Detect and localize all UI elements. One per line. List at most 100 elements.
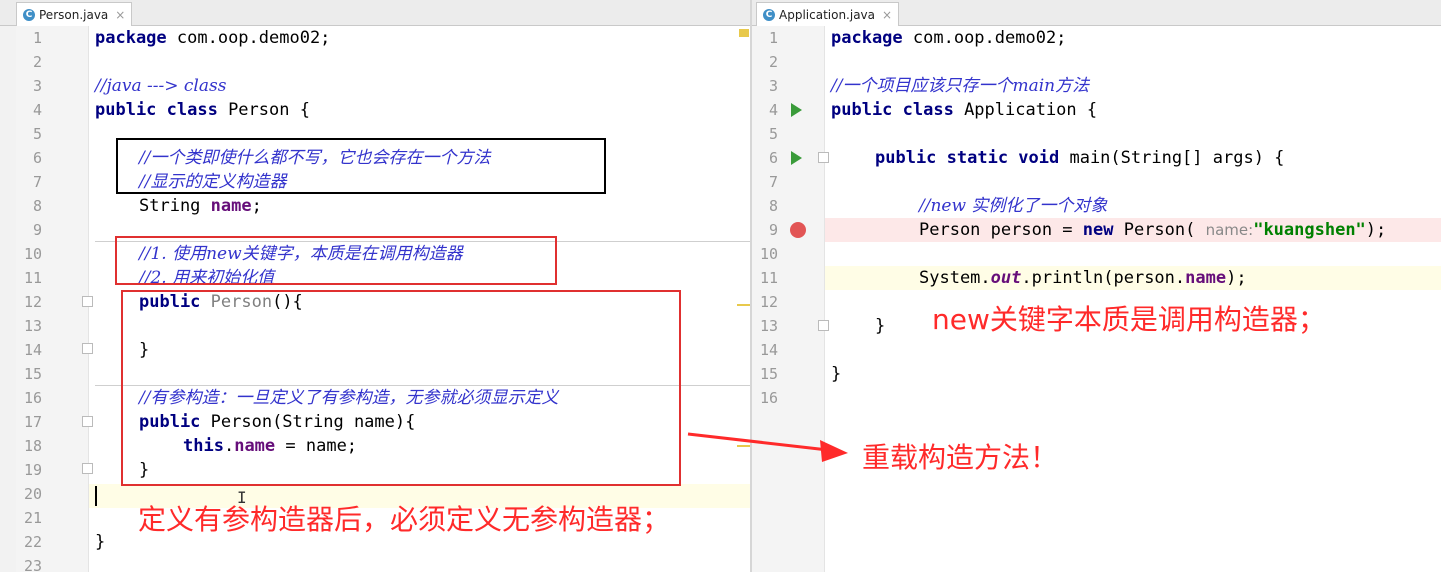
line-number: 5: [32, 125, 42, 143]
line-number: 4: [768, 101, 778, 119]
fold-icon[interactable]: [82, 463, 93, 474]
fold-icon[interactable]: [818, 152, 829, 163]
line-number: 7: [32, 173, 42, 191]
code-text: System.: [919, 268, 991, 288]
code-line-11[interactable]: System.out.println(person.name);: [919, 266, 1247, 290]
run-icon[interactable]: [791, 151, 802, 165]
fold-icon[interactable]: [82, 343, 93, 354]
person-editor-pane[interactable]: C Person.java × 1 2 3 4 5 6 7 8 9 10 11 12 13 14 15 16 1…: [0, 0, 750, 572]
line-number: 18: [23, 437, 42, 455]
code-text: Application {: [953, 100, 1098, 120]
code-line-8[interactable]: String name;: [139, 194, 262, 218]
code-line-22[interactable]: }: [95, 530, 105, 554]
code-text: Person person =: [919, 220, 1083, 240]
field-name: name: [1185, 268, 1227, 288]
code-line-6[interactable]: public static void main(String[] args) {: [875, 146, 1284, 170]
class-file-icon: C: [763, 8, 775, 21]
overload-note: 重载构造方法！: [862, 441, 1059, 474]
string-literal: "kuangshen": [1253, 220, 1366, 240]
line-number: 2: [768, 53, 778, 71]
line-number: 6: [768, 149, 778, 167]
keyword: public static void: [875, 148, 1060, 168]
code-text: Person {: [217, 100, 310, 120]
new-keyword-comment-box: [115, 236, 557, 285]
line-number: 3: [32, 77, 42, 95]
line-number: 5: [768, 125, 778, 143]
line-number: 17: [23, 413, 42, 431]
code-line-1[interactable]: package com.oop.demo02;: [95, 26, 330, 50]
line-number: 9: [768, 221, 778, 239]
param-constructor-note: 定义有参构造器后，必须定义无参构造器；: [138, 503, 671, 536]
code-text: );: [1365, 220, 1387, 240]
keyword: public class: [831, 100, 954, 120]
tab-label: Application.java: [779, 7, 876, 22]
keyword: package: [95, 28, 167, 48]
field-name: name: [210, 196, 252, 216]
code-line-3[interactable]: //一个项目应该只存一个main方法: [831, 74, 1089, 98]
fold-icon[interactable]: [818, 320, 829, 331]
code-line-8[interactable]: //new 实例化了一个对象: [919, 194, 1107, 218]
line-number: 15: [759, 365, 778, 383]
code-text: .println(person.: [1021, 268, 1186, 288]
breakpoint-icon[interactable]: [790, 222, 806, 238]
code-line-4[interactable]: public class Person {: [95, 98, 310, 122]
fold-icon[interactable]: [82, 416, 93, 427]
line-number: 4: [32, 101, 42, 119]
comment-highlight-box: [116, 138, 606, 194]
right-tab-bar: C Application.java ×: [752, 0, 1441, 26]
code-line-1[interactable]: package com.oop.demo02;: [831, 26, 1066, 50]
static-field: out: [990, 268, 1022, 288]
line-number: 11: [23, 269, 42, 287]
code-line-15[interactable]: }: [831, 362, 841, 386]
close-icon[interactable]: ×: [115, 8, 125, 22]
tab-person-java[interactable]: C Person.java ×: [16, 2, 133, 26]
line-number: 2: [32, 53, 42, 71]
line-number: 20: [23, 485, 42, 503]
code-text: Person(: [1113, 220, 1206, 240]
application-editor-pane[interactable]: C Application.java × 1 2 3 4 5 6 7 8 9 10 11 12 13 14…: [752, 0, 1441, 572]
line-number: 11: [759, 269, 778, 287]
line-number: 8: [32, 197, 42, 215]
scroll-marker[interactable]: [737, 304, 750, 306]
code-line-3[interactable]: //java ---> class: [95, 74, 226, 98]
code-line-13[interactable]: }: [875, 314, 885, 338]
line-number: 12: [759, 293, 778, 311]
line-number: 6: [32, 149, 42, 167]
left-tab-bar: C Person.java ×: [0, 0, 750, 26]
inspection-status-icon[interactable]: [739, 29, 749, 37]
new-keyword-note: new关键字本质是调用构造器；: [932, 303, 1326, 336]
keyword: new: [1082, 220, 1114, 240]
line-number: 15: [23, 365, 42, 383]
run-icon[interactable]: [791, 103, 802, 117]
line-number: 13: [759, 317, 778, 335]
line-number: 16: [759, 389, 778, 407]
line-number: 14: [23, 341, 42, 359]
line-number: 19: [23, 461, 42, 479]
parameter-hint: name:: [1205, 221, 1254, 239]
line-number: 1: [32, 29, 42, 47]
left-side-strip: [0, 26, 16, 572]
code-text: com.oop.demo02;: [166, 28, 331, 48]
line-number: 3: [768, 77, 778, 95]
line-number: 16: [23, 389, 42, 407]
line-number: 9: [32, 221, 42, 239]
fold-icon[interactable]: [82, 296, 93, 307]
keyword: package: [831, 28, 903, 48]
code-text: String: [139, 196, 211, 216]
tab-application-java[interactable]: C Application.java ×: [756, 2, 900, 26]
code-text: main(String[] args) {: [1059, 148, 1285, 168]
line-number: 22: [23, 533, 42, 551]
line-number: 21: [23, 509, 42, 527]
class-file-icon: C: [23, 8, 35, 21]
line-number: 10: [23, 245, 42, 263]
keyword: public class: [95, 100, 218, 120]
code-line-4[interactable]: public class Application {: [831, 98, 1097, 122]
line-number: 14: [759, 341, 778, 359]
line-number: 23: [23, 557, 42, 572]
text-caret: [95, 486, 97, 506]
close-icon[interactable]: ×: [882, 8, 892, 22]
code-text: com.oop.demo02;: [902, 28, 1067, 48]
code-line-9[interactable]: Person person = new Person( name:"kuangs…: [919, 218, 1386, 242]
line-number: 13: [23, 317, 42, 335]
constructors-box: [121, 290, 681, 486]
